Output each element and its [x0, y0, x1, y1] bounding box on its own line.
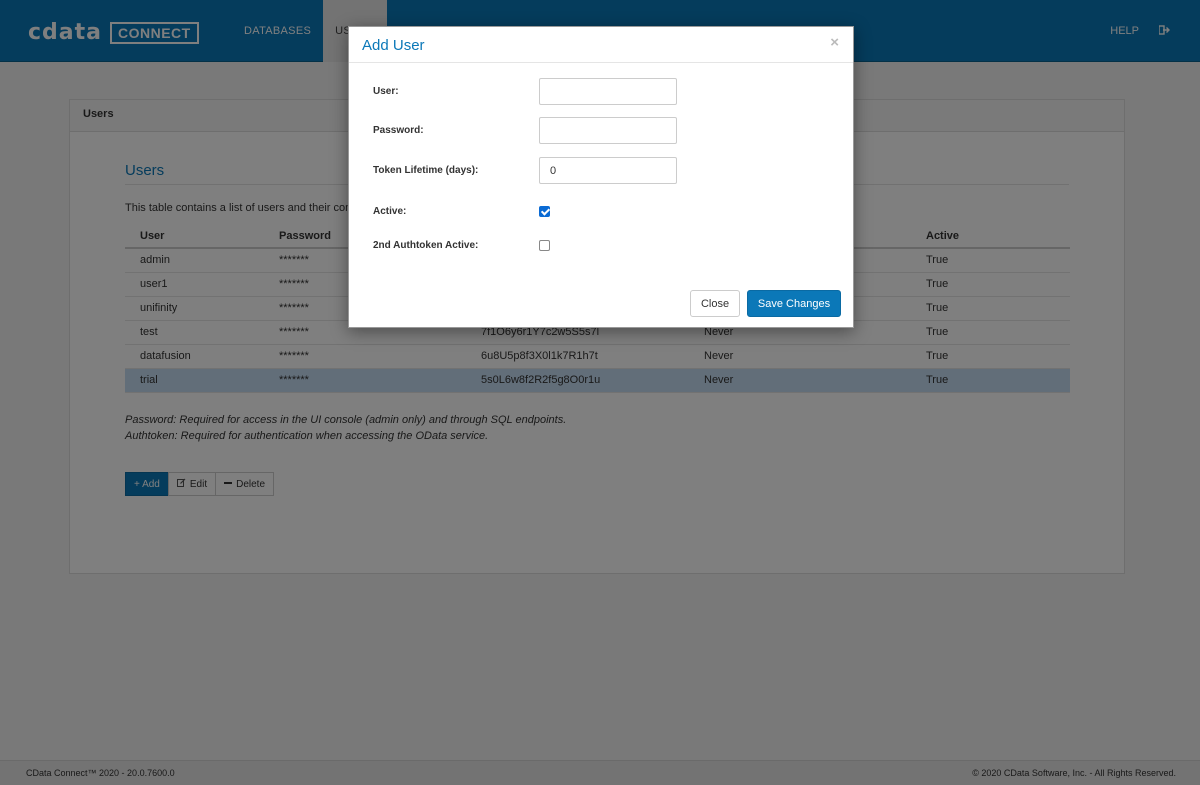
form-row-token-lifetime: Token Lifetime (days):: [373, 157, 833, 185]
token-lifetime-input[interactable]: [539, 157, 677, 184]
save-changes-button[interactable]: Save Changes: [747, 290, 841, 317]
add-user-dialog: Add User × User: Password: Token Lifetim…: [348, 26, 854, 328]
password-label: Password:: [373, 125, 424, 136]
active-checkbox[interactable]: [539, 206, 550, 217]
close-button[interactable]: Close: [690, 290, 740, 317]
second-authtoken-label: 2nd Authtoken Active:: [373, 240, 479, 251]
second-authtoken-checkbox[interactable]: [539, 240, 550, 251]
dialog-title: Add User: [362, 37, 425, 54]
user-label: User:: [373, 86, 399, 97]
dialog-header: Add User ×: [349, 27, 853, 63]
form-row-user: User:: [373, 78, 833, 106]
password-input[interactable]: [539, 117, 677, 144]
active-label: Active:: [373, 206, 407, 217]
form-row-second-authtoken: 2nd Authtoken Active:: [373, 232, 833, 260]
user-input[interactable]: [539, 78, 677, 105]
form-row-active: Active:: [373, 198, 833, 226]
token-lifetime-label: Token Lifetime (days):: [373, 165, 479, 176]
close-icon[interactable]: ×: [830, 34, 839, 51]
form-row-password: Password:: [373, 117, 833, 145]
dialog-footer: Close Save Changes: [349, 277, 853, 327]
